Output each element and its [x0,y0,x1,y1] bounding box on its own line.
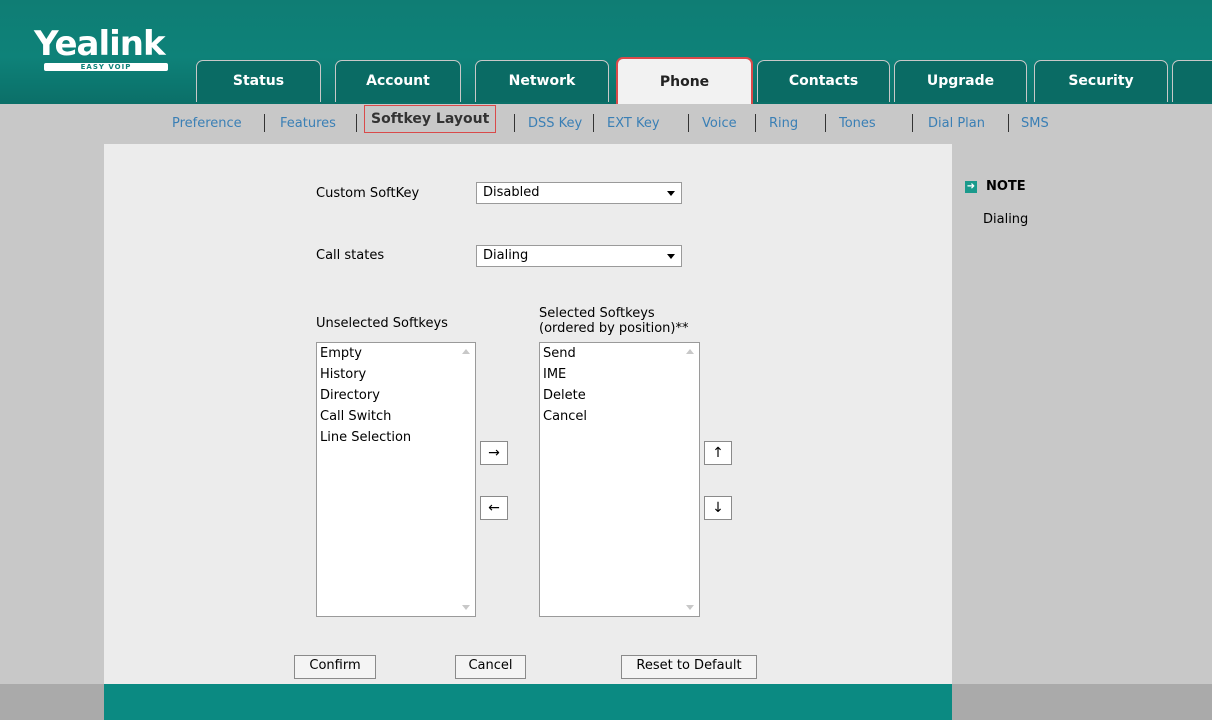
selected-softkeys-label-line2: (ordered by position)** [539,321,689,336]
list-item[interactable]: Line Selection [317,427,475,448]
list-item[interactable]: History [317,364,475,385]
tab-network[interactable]: Network [475,60,609,102]
move-down-button[interactable]: ↓ [704,496,732,520]
scrollbar[interactable] [458,343,475,616]
cancel-button[interactable]: Cancel [455,655,526,679]
tab-upgrade[interactable]: Upgrade [894,60,1027,102]
reset-to-default-button[interactable]: Reset to Default [621,655,757,679]
subnav-softkey-layout[interactable]: Softkey Layout [364,105,497,133]
subnav-dial-plan[interactable]: Dial Plan [928,114,985,136]
custom-softkey-select[interactable]: Disabled [476,182,682,204]
scroll-up-icon[interactable] [686,349,694,354]
scrollbar[interactable] [682,343,699,616]
selected-softkeys-list[interactable]: Send IME Delete Cancel [539,342,700,617]
list-item[interactable]: Send [540,343,699,364]
list-item[interactable]: Delete [540,385,699,406]
selected-softkeys-label: Selected Softkeys (ordered by position)*… [539,306,688,336]
chevron-down-icon [667,254,675,259]
subnav-divider [1008,114,1009,132]
call-states-select[interactable]: Dialing [476,245,682,267]
list-item[interactable]: Cancel [540,406,699,427]
subnav-preference[interactable]: Preference [172,114,242,136]
tab-phone[interactable]: Phone [616,57,753,104]
subnav-sms[interactable]: SMS [1021,114,1049,136]
logo-text: Yealink [34,24,166,64]
footer-bar [104,684,952,720]
subnav-divider [755,114,756,132]
subnav-divider [264,114,265,132]
subnav-divider [912,114,913,132]
list-item[interactable]: Directory [317,385,475,406]
tab-account[interactable]: Account [335,60,461,102]
subnav-ring[interactable]: Ring [769,114,798,136]
scroll-up-icon[interactable] [462,349,470,354]
content-panel [104,144,952,684]
subnav-divider [514,114,515,132]
subnav-ext-key[interactable]: EXT Key [607,114,660,136]
tab-overflow[interactable] [1172,60,1212,102]
subnav-divider [688,114,689,132]
move-left-button[interactable]: ← [480,496,508,520]
list-item[interactable]: Call Switch [317,406,475,427]
unselected-softkeys-label: Unselected Softkeys [316,316,448,331]
call-states-value: Dialing [483,248,529,263]
subnav-dss-key[interactable]: DSS Key [528,114,582,136]
chevron-down-icon [667,191,675,196]
list-item[interactable]: IME [540,364,699,385]
scroll-down-icon[interactable] [462,605,470,610]
custom-softkey-value: Disabled [483,185,540,200]
subnav-features[interactable]: Features [280,114,336,136]
move-right-button[interactable]: → [480,441,508,465]
subnav-divider [356,114,357,132]
unselected-softkeys-list[interactable]: Empty History Directory Call Switch Line… [316,342,476,617]
custom-softkey-label: Custom SoftKey [316,186,420,201]
confirm-button[interactable]: Confirm [294,655,376,679]
selected-softkeys-label-line1: Selected Softkeys [539,306,655,321]
tab-security[interactable]: Security [1034,60,1168,102]
logo-tagline: EASY VOIP [44,63,168,71]
note-text: Dialing [983,212,1029,227]
scroll-down-icon[interactable] [686,605,694,610]
note-title: NOTE [986,179,1026,194]
move-up-button[interactable]: ↑ [704,441,732,465]
subnav-divider [593,114,594,132]
subnav-voice[interactable]: Voice [702,114,737,136]
header-bar: Yealink EASY VOIP Status Account Network… [0,0,1212,104]
tab-contacts[interactable]: Contacts [757,60,890,102]
note-arrow-icon: ➜ [965,181,977,193]
subnav-divider [825,114,826,132]
list-item[interactable]: Empty [317,343,475,364]
yealink-logo: Yealink EASY VOIP [34,24,168,71]
tab-status[interactable]: Status [196,60,321,102]
subnav-tones[interactable]: Tones [839,114,876,136]
call-states-label: Call states [316,248,385,263]
